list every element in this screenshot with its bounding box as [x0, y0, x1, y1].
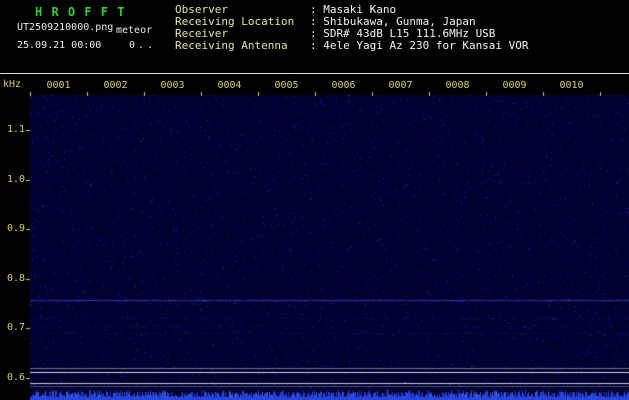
y-axis-tick-label: 1.1	[7, 124, 26, 135]
y-axis-tick-label: 0.8	[7, 273, 26, 284]
y-axis-tick-label: 1.0	[7, 174, 26, 185]
app-title: H R O F F T	[35, 5, 126, 19]
echo-counter: 0..	[129, 40, 157, 51]
x-axis-tick-label: 0004	[217, 80, 242, 91]
info-row: Receiving Antenna : 4ele Yagi Az 230 for …	[175, 40, 529, 52]
x-axis-tick-label: 0002	[103, 80, 128, 91]
x-axis-tick-label: 0005	[274, 80, 299, 91]
y-axis-tick-label: 0.6	[7, 372, 26, 383]
x-axis-tick-label: 0010	[559, 80, 584, 91]
info-label: Receiving Antenna	[175, 39, 288, 52]
station-label: meteor	[116, 25, 153, 36]
x-axis-tick-label: 0003	[160, 80, 185, 91]
x-axis-tick-label: 0006	[331, 80, 356, 91]
x-axis-tick-label: 0007	[388, 80, 413, 91]
observation-datetime: 25.09.21 00:00	[17, 40, 102, 51]
header-separator	[0, 73, 629, 74]
y-axis-unit-label: kHz	[3, 79, 22, 90]
y-axis-tick-label: 0.9	[7, 223, 26, 234]
output-filename: UT2509210000.png	[17, 22, 114, 33]
observer-info-block: Observer: Masaki Kano Receiving Location:…	[175, 4, 529, 52]
info-value: : 4ele Yagi Az 230 for Kansai VOR	[310, 39, 529, 52]
x-axis-tick-label: 0009	[502, 80, 527, 91]
hrofft-screen: H R O F F T UT2509210000.png meteor 25.0…	[0, 0, 629, 400]
y-axis-tick-label: 0.7	[7, 322, 26, 333]
x-axis-tick-label: 0008	[445, 80, 470, 91]
spectrogram-canvas	[0, 0, 629, 400]
x-axis-tick-label: 0001	[46, 80, 71, 91]
